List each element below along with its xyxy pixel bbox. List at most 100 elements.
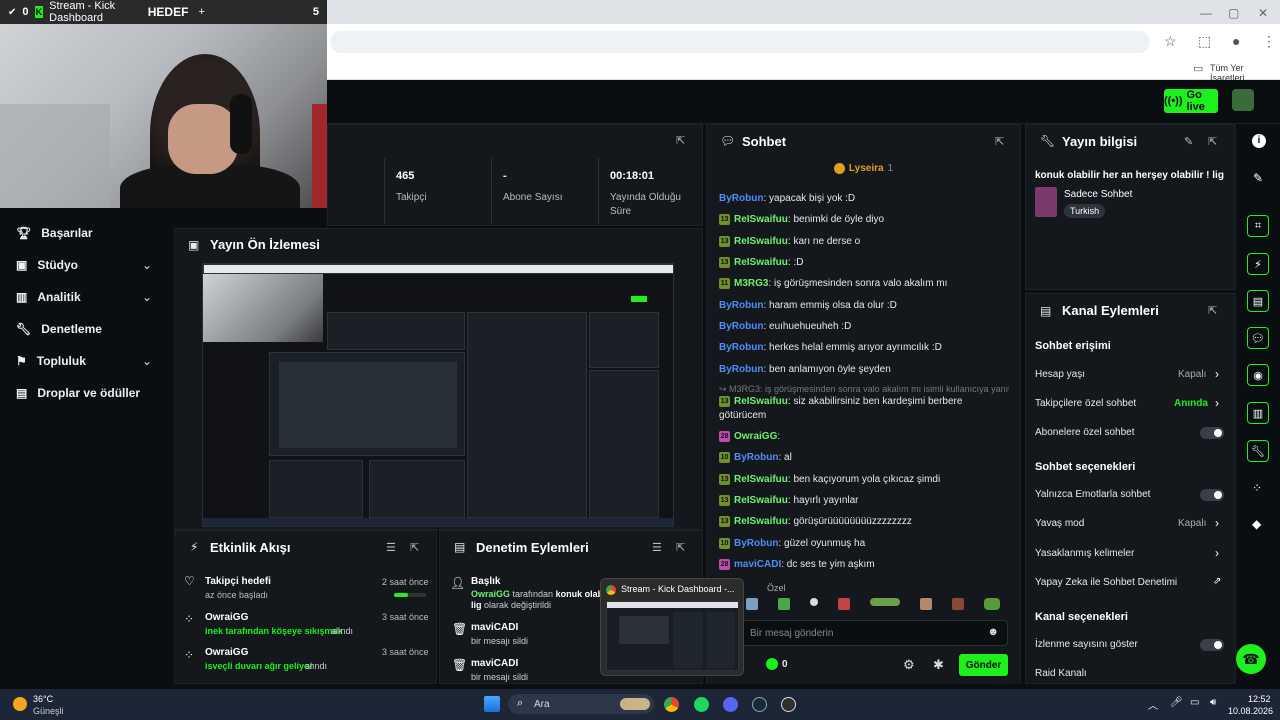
filter-icon[interactable]: ☰ <box>652 541 662 554</box>
emote-icon[interactable] <box>778 598 790 610</box>
followers-only-label[interactable]: Takipçilere özel sohbet <box>1035 398 1136 409</box>
expand-icon[interactable]: ⇱ <box>676 541 685 554</box>
minimize-icon[interactable]: — <box>1200 6 1212 20</box>
chevron-right-icon[interactable]: › <box>1215 516 1219 530</box>
chevron-right-icon[interactable]: › <box>1215 546 1219 560</box>
send-button[interactable]: Gönder <box>959 654 1008 676</box>
expand-icon[interactable]: ⇱ <box>995 135 1004 148</box>
chat-username[interactable]: ByRobun <box>734 538 778 549</box>
rail-button-wrench[interactable]: 🔧︎ <box>1247 440 1269 462</box>
chat-username[interactable]: ReISwaifuu <box>734 236 788 247</box>
chrome-taskbar-icon[interactable] <box>664 697 679 712</box>
slow-mode-label[interactable]: Yavaş mod <box>1035 518 1084 529</box>
emotes-only-toggle[interactable] <box>1200 489 1224 501</box>
sidebar-item-drops[interactable]: ▤ Droplar ve ödüller <box>16 386 140 400</box>
emote-icon[interactable] <box>984 598 1000 610</box>
viewer-count-toggle[interactable] <box>1200 639 1224 651</box>
sidebar-item-studio[interactable]: ▣ Stüdyo <box>16 258 78 272</box>
taskbar-search[interactable]: ⌕ Ara <box>508 694 654 714</box>
gear-icon[interactable]: ⚙ <box>903 657 915 673</box>
chat-username[interactable]: ReISwaifuu <box>734 516 788 527</box>
rail-button-capture[interactable]: ⌗ <box>1247 215 1269 237</box>
volume-icon[interactable]: 🔊︎ <box>1210 697 1216 708</box>
browser-tab[interactable]: ✔ 0 K Stream - Kick Dashboard HEDEF + 5 <box>0 0 327 24</box>
taskbar-window-preview[interactable]: Stream - Kick Dashboard -... <box>600 578 744 676</box>
chat-username[interactable]: ReISwaifuu <box>734 257 788 268</box>
chat-username[interactable]: M3RG3 <box>734 278 768 289</box>
chat-username[interactable]: ReISwaifuu <box>734 396 788 407</box>
banned-words-label[interactable]: Yasaklanmış kelimeler <box>1035 548 1134 559</box>
chevron-down-icon[interactable]: ⌄ <box>142 290 152 304</box>
rail-button-doc[interactable]: ▤ <box>1247 290 1269 312</box>
clock-date[interactable]: 10.08.2026 <box>1228 706 1273 716</box>
close-icon[interactable]: ✕ <box>1258 6 1268 20</box>
tray-chevron-icon[interactable]: ︿ <box>1148 697 1158 712</box>
chat-username[interactable]: ByRobun <box>719 342 763 353</box>
emote-icon[interactable] <box>952 598 964 610</box>
emote-icon[interactable] <box>920 598 932 610</box>
subs-only-toggle[interactable] <box>1200 427 1224 439</box>
steam-icon[interactable] <box>752 697 767 712</box>
expand-icon[interactable]: ⇱ <box>410 541 419 554</box>
avatar[interactable] <box>1232 89 1254 111</box>
account-age-label[interactable]: Hesap yaşı <box>1035 369 1085 380</box>
sidebar-item-analytics[interactable]: ▥ Analitik <box>16 290 81 304</box>
dots-icon[interactable]: ⁘ <box>1252 481 1262 495</box>
emoji-icon[interactable]: ☻ <box>987 626 999 638</box>
sidebar-item-community[interactable]: ⚑ Topluluk <box>16 354 86 368</box>
start-icon[interactable] <box>484 696 500 712</box>
extensions-icon[interactable]: ⬚ <box>1198 33 1211 50</box>
new-tab-button[interactable]: + <box>198 6 204 18</box>
chat-username[interactable]: ReISwaifuu <box>734 474 788 485</box>
emote-icon[interactable] <box>838 598 850 610</box>
chat-username[interactable]: ByRobun <box>719 321 763 332</box>
chat-username[interactable]: ReISwaifuu <box>734 214 788 225</box>
chat-username[interactable]: ByRobun <box>719 193 763 204</box>
expand-icon[interactable]: ⇱ <box>1208 135 1217 148</box>
chat-input[interactable]: Bir mesaj gönderin ☻ <box>740 620 1008 646</box>
chevron-right-icon[interactable]: › <box>1215 367 1219 381</box>
discord-icon[interactable] <box>723 697 738 712</box>
chevron-right-icon[interactable]: › <box>1215 396 1219 410</box>
sidebar-item-achievements[interactable]: 🏆︎ Başarılar <box>16 226 93 240</box>
spotify-icon[interactable] <box>694 697 709 712</box>
stream-preview[interactable] <box>202 263 674 527</box>
tab-group-label[interactable]: HEDEF <box>148 5 189 19</box>
clock-time[interactable]: 12:52 <box>1248 694 1271 704</box>
star-icon[interactable]: ☆ <box>1164 33 1177 50</box>
category-name[interactable]: Sadece Sohbet <box>1064 189 1132 200</box>
chat-username[interactable]: ByRobun <box>734 452 778 463</box>
chevron-down-icon[interactable]: ⌄ <box>142 354 152 368</box>
expand-icon[interactable]: ⇱ <box>676 134 685 147</box>
support-icon[interactable]: ☎︎ <box>1236 644 1266 674</box>
ai-moderation-label[interactable]: Yapay Zeka ile Sohbet Denetimi <box>1035 577 1177 588</box>
display-icon[interactable]: ▭ <box>1190 697 1199 708</box>
emote-icon[interactable] <box>810 598 818 606</box>
filter-icon[interactable]: ☰ <box>386 541 396 554</box>
chat-username[interactable]: OwraiGG <box>734 431 777 442</box>
emote-icon[interactable] <box>870 598 900 606</box>
mod-tools-icon[interactable]: ✱ <box>933 657 944 673</box>
tag-icon[interactable]: ◆ <box>1252 517 1261 531</box>
expand-icon[interactable]: ⇱ <box>1208 304 1217 317</box>
raid-label[interactable]: Raid Kanalı <box>1035 668 1087 679</box>
chevron-down-icon[interactable]: ⌄ <box>142 258 152 272</box>
pinned-user[interactable]: Lyseira <box>849 163 884 174</box>
chat-username[interactable]: ByRobun <box>719 364 763 375</box>
maximize-icon[interactable]: ▢ <box>1228 6 1239 20</box>
menu-icon[interactable]: ⋮ <box>1262 33 1276 50</box>
info-icon[interactable]: i <box>1252 134 1266 148</box>
chat-username[interactable]: ReISwaifuu <box>734 495 788 506</box>
external-link-icon[interactable]: ⇗ <box>1213 576 1221 587</box>
rail-button-chat[interactable]: 💬︎ <box>1247 327 1269 349</box>
pencil-icon[interactable]: ✎ <box>1184 135 1193 148</box>
mic-icon[interactable]: 🎤︎ <box>1170 697 1183 708</box>
chat-username[interactable]: maviCADI <box>734 559 781 570</box>
rail-button-bolt[interactable]: ⚡︎ <box>1247 253 1269 275</box>
rail-button-list[interactable]: ▥ <box>1247 402 1269 424</box>
tag-pill[interactable]: Turkish <box>1064 204 1106 218</box>
chat-username[interactable]: ByRobun <box>719 300 763 311</box>
obs-icon[interactable] <box>781 697 796 712</box>
emote-icon[interactable] <box>746 598 758 610</box>
rail-button-broadcast[interactable]: ◉ <box>1247 364 1269 386</box>
